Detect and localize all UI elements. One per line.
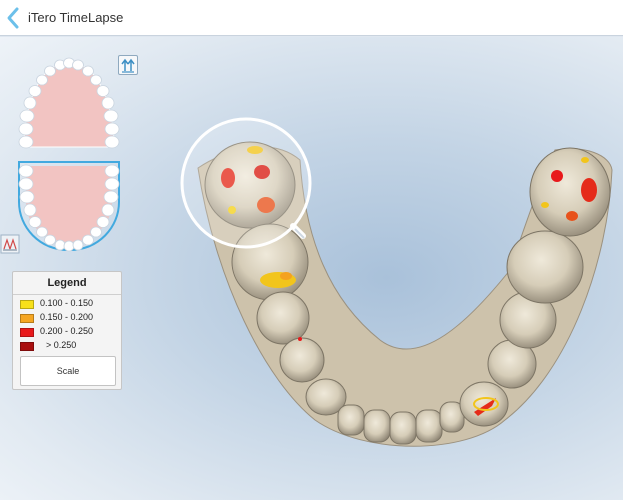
legend-title: Legend [47,277,87,289]
legend-swatch [20,328,34,337]
jaw-navigator [14,52,124,257]
upper-jaw-selector[interactable] [18,57,120,149]
legend-swatch [20,314,34,323]
tooth [279,337,325,383]
legend-swatch [20,300,34,309]
tooth [529,147,611,237]
scale-button[interactable]: Scale [20,356,116,386]
legend-divider [13,294,121,295]
swap-jaws-button[interactable] [118,55,138,75]
legend-label: > 0.250 [46,340,77,350]
chevron-left-icon [7,7,19,29]
app-title: iTero TimeLapse [28,10,124,25]
legend-label: 0.150 - 0.200 [40,312,94,322]
jaw-view-icon [0,234,20,254]
legend-label: 0.100 - 0.150 [40,298,94,308]
title-bar: iTero TimeLapse [0,0,623,36]
tooth [459,381,509,427]
magnifier-lens-icon[interactable] [180,117,312,249]
tooth [506,230,584,304]
legend-swatch [20,342,34,351]
legend-label: 0.200 - 0.250 [40,326,94,336]
lower-arch-scan [180,117,613,447]
tooth [256,291,310,345]
legend-panel: Legend 0.100 - 0.150 0.150 - 0.200 0.200… [12,271,122,390]
swap-arrows-icon [121,58,135,73]
back-button[interactable] [2,4,26,32]
lower-jaw-selector[interactable] [18,161,120,252]
jaw-view-button[interactable] [0,234,20,254]
